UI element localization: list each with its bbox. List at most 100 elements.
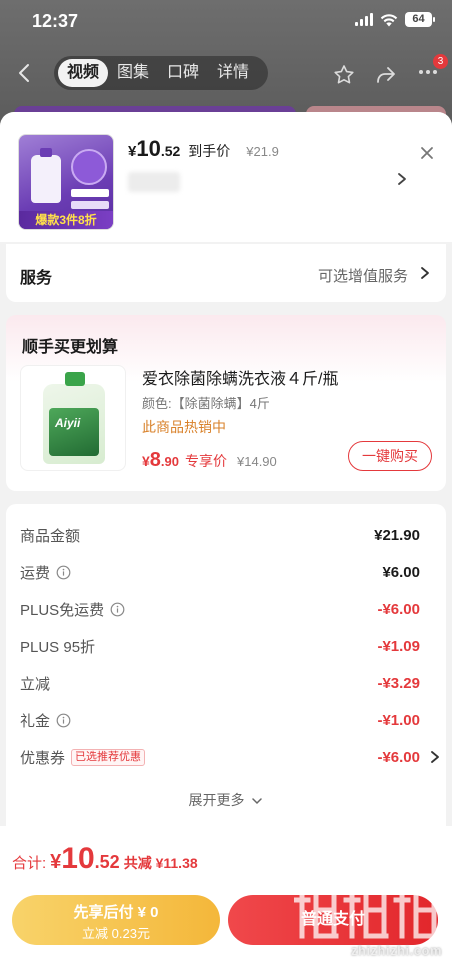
service-row[interactable]: 服务 可选增值服务 — [6, 244, 446, 302]
tab-gallery[interactable]: 图集 — [108, 59, 158, 87]
price-label: 专享价 — [185, 453, 227, 469]
info-icon[interactable] — [56, 713, 71, 728]
info-icon[interactable] — [56, 565, 71, 580]
row-value: -¥1.00 — [377, 711, 420, 729]
one-click-buy-button[interactable]: 一键购买 — [348, 441, 432, 471]
wifi-icon — [380, 13, 398, 26]
row-label: 立减 — [20, 673, 50, 694]
promo-ribbon: 爆款3件8折 — [19, 211, 113, 229]
star-icon[interactable] — [332, 63, 356, 87]
product-thumbnail[interactable]: 爆款3件8折 — [18, 134, 114, 230]
total-integer: 10 — [61, 842, 95, 875]
bundle-price: ¥ 8 .90 专享价 ¥14.90 — [142, 449, 277, 472]
chevron-right-icon[interactable] — [396, 172, 408, 186]
row-label: 优惠券 已选推荐优惠 — [20, 747, 146, 768]
expand-more-button[interactable]: 展开更多 — [6, 790, 446, 810]
summary-row-coupon[interactable]: 优惠券 已选推荐优惠 -¥6.00 — [20, 744, 439, 770]
message-badge: 3 — [433, 54, 448, 69]
row-value: ¥6.00 — [382, 563, 420, 581]
row-label-text: PLUS免运费 — [20, 601, 105, 619]
product-badge-graphic — [71, 149, 107, 185]
row-label-text: PLUS 95折 — [20, 638, 96, 656]
row-label-text: 立减 — [20, 675, 51, 693]
row-label-text: 运费 — [20, 564, 51, 582]
watermark-domain: zhizhizhi.com — [351, 943, 442, 958]
product-price: ¥ 10 .52 到手价 ¥21.9 — [128, 136, 279, 162]
status-bar: 12:37 64 — [0, 0, 452, 44]
more-button[interactable]: 3 — [416, 54, 448, 89]
row-value: -¥1.09 — [377, 637, 420, 655]
price-label: 到手价 — [188, 143, 231, 159]
bundle-product-image[interactable]: Aiyii — [20, 365, 126, 471]
hot-selling-label: 此商品热销中 — [142, 419, 226, 435]
price-summary: 商品金额 ¥21.90 运费 ¥6.00 PLUS免运费 -¥6.00 PLUS… — [6, 504, 446, 844]
brand-logo: Aiyii — [55, 416, 81, 430]
product-header: 爆款3件8折 ¥ 10 .52 到手价 ¥21.9 — [0, 112, 452, 242]
share-icon[interactable] — [374, 63, 398, 87]
tab-video[interactable]: 视频 — [58, 59, 109, 87]
summary-row-subtotal: 商品金额 ¥21.90 — [20, 522, 420, 548]
back-icon[interactable] — [14, 62, 36, 84]
price-decimal: .90 — [160, 454, 179, 469]
total-saved: 共减 ¥11.38 — [123, 855, 198, 871]
signal-icon — [355, 13, 373, 26]
row-value: -¥6.00 — [377, 600, 420, 618]
summary-row-plus-free-shipping: PLUS免运费 -¥6.00 — [20, 596, 420, 622]
price-integer: 10 — [136, 136, 161, 161]
expand-label: 展开更多 — [188, 792, 245, 808]
row-label: 运费 — [20, 562, 71, 583]
row-label: PLUS免运费 — [20, 599, 125, 620]
total-label: 合计: — [12, 855, 47, 872]
row-label-text: 商品金额 — [20, 527, 81, 545]
original-price: ¥14.90 — [237, 454, 277, 469]
row-label: 商品金额 — [20, 525, 80, 546]
price-decimal: .52 — [160, 143, 181, 159]
row-value: -¥6.00 — [377, 748, 420, 766]
bottle-illustration — [31, 148, 61, 203]
bottle-cap — [65, 372, 85, 386]
info-icon[interactable] — [110, 602, 125, 617]
total-decimal: .52 — [94, 852, 120, 872]
pay-later-label: 先享后付 ¥ 0 — [73, 904, 159, 921]
bundle-variant: 颜色:【除菌除螨】4斤 — [142, 396, 270, 411]
status-indicators: 64 — [355, 12, 435, 27]
status-time: 12:37 — [32, 11, 79, 31]
tab-group: 视频 图集 口碑 详情 — [54, 56, 268, 90]
checkout-footer: 合计: ¥ 10 .52 共减 ¥11.38 先享后付 ¥ 0 立减 0.23元… — [0, 826, 452, 966]
chevron-right-icon — [431, 751, 439, 763]
bundle-title: 顺手买更划算 — [22, 339, 119, 356]
order-total: 合计: ¥ 10 .52 共减 ¥11.38 — [12, 842, 198, 876]
original-price: ¥21.9 — [246, 144, 279, 159]
summary-row-instant-discount: 立减 -¥3.29 — [20, 670, 420, 696]
pay-later-sub: 立减 0.23元 — [82, 926, 150, 941]
chevron-right-icon — [421, 267, 429, 279]
pay-later-button[interactable]: 先享后付 ¥ 0 立减 0.23元 — [12, 895, 220, 945]
row-label-text: 礼金 — [20, 712, 51, 730]
coupon-tag: 已选推荐优惠 — [71, 748, 146, 766]
chevron-down-icon — [252, 798, 263, 805]
row-label: 礼金 — [20, 710, 71, 731]
nav-actions: 3 — [332, 54, 448, 89]
price-integer: 8 — [149, 449, 161, 471]
currency-symbol: ¥ — [50, 851, 62, 873]
summary-row-gift-money: 礼金 -¥1.00 — [20, 707, 420, 733]
summary-row-shipping: 运费 ¥6.00 — [20, 559, 420, 585]
nav-bar: 视频 图集 口碑 详情 3 — [0, 52, 452, 96]
row-label: PLUS 95折 — [20, 636, 95, 657]
tab-details[interactable]: 详情 — [208, 59, 258, 87]
product-tag-graphic — [71, 189, 109, 197]
currency-symbol: ¥ — [128, 143, 137, 160]
currency-symbol: ¥ — [142, 453, 150, 469]
service-title: 服务 — [20, 270, 53, 287]
row-label-text: 优惠券 — [20, 749, 66, 767]
tab-reviews[interactable]: 口碑 — [158, 59, 208, 87]
summary-row-plus-discount: PLUS 95折 -¥1.09 — [20, 633, 420, 659]
service-value: 可选增值服务 — [317, 268, 408, 285]
row-value: -¥3.29 — [377, 674, 420, 692]
battery-icon: 64 — [405, 12, 435, 27]
close-icon[interactable] — [418, 144, 436, 162]
normal-pay-button[interactable]: 普通支付 — [228, 895, 438, 945]
blurred-spec — [128, 172, 180, 192]
row-value: ¥21.90 — [374, 526, 420, 544]
bundle-product-name[interactable]: 爱衣除菌除螨洗衣液４斤/瓶 — [142, 365, 338, 389]
